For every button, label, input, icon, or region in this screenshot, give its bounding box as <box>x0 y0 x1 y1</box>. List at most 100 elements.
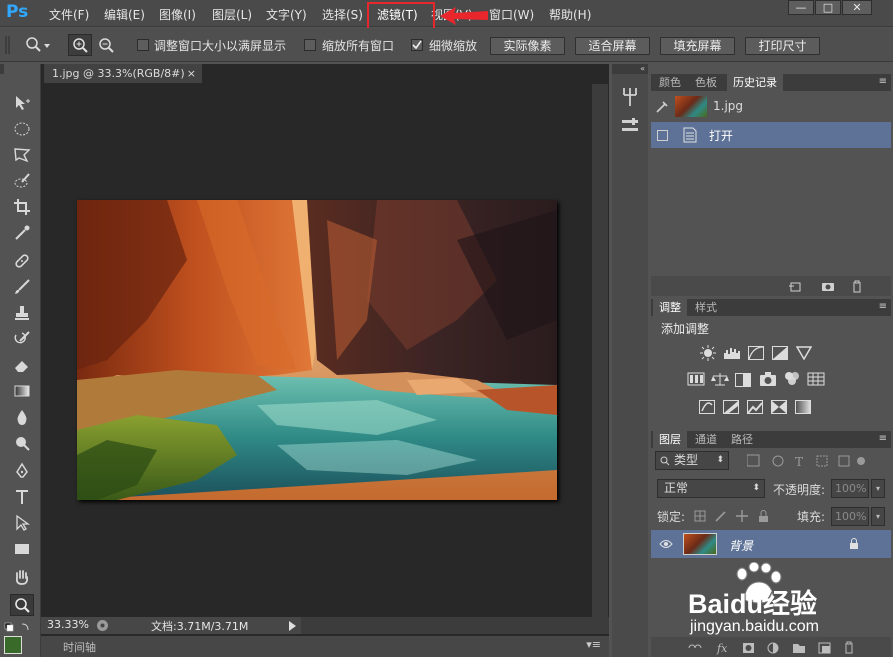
tab-swatches[interactable]: 色板 <box>689 74 723 91</box>
default-colors-icon[interactable] <box>4 622 34 632</box>
blur-tool-icon[interactable] <box>10 406 34 428</box>
fill-input[interactable]: 100% <box>831 507 869 526</box>
tab-adjustments[interactable]: 调整 <box>653 299 687 316</box>
close-window-button[interactable]: ✕ <box>842 0 872 15</box>
timeline-label[interactable]: 时间轴 <box>63 639 96 655</box>
levels-icon[interactable] <box>723 345 741 361</box>
dodge-tool-icon[interactable] <box>10 432 34 454</box>
menu-file[interactable]: 文件(F) <box>49 6 89 23</box>
maximize-button[interactable]: □ <box>815 0 841 15</box>
opacity-slider-button[interactable]: ▾ <box>871 479 885 498</box>
black-white-icon[interactable] <box>735 373 751 387</box>
vibrance-icon[interactable] <box>795 346 813 363</box>
history-panel-menu-icon[interactable]: ≡ <box>879 76 887 87</box>
brush-tool-icon[interactable] <box>10 276 34 298</box>
history-brush-tool-icon[interactable] <box>10 328 34 350</box>
tab-color[interactable]: 颜色 <box>653 74 687 91</box>
channel-mixer-icon[interactable] <box>783 371 801 390</box>
menu-image[interactable]: 图像(I) <box>159 6 196 23</box>
history-state-checkbox[interactable] <box>657 130 668 141</box>
layer-filter-type-icons[interactable]: T <box>747 454 867 468</box>
healing-brush-tool-icon[interactable] <box>10 250 34 272</box>
zoom-level[interactable]: 33.33% <box>47 618 89 631</box>
color-lookup-icon[interactable] <box>807 372 825 389</box>
tab-layers[interactable]: 图层 <box>653 431 687 448</box>
timeline-menu-icon[interactable]: ▾≡ <box>586 638 601 651</box>
hand-tool-icon[interactable] <box>10 566 34 588</box>
move-tool-icon[interactable] <box>10 92 34 114</box>
document-tab[interactable]: 1.jpg @ 33.3%(RGB/8#) × <box>44 64 202 83</box>
clone-stamp-tool-icon[interactable] <box>10 302 34 324</box>
history-state-row[interactable]: 打开 <box>651 122 891 148</box>
menu-type[interactable]: 文字(Y) <box>266 6 307 23</box>
zoom-all-windows-checkbox[interactable] <box>304 39 316 51</box>
zoom-tool-preset-icon[interactable] <box>24 35 52 55</box>
menu-edit[interactable]: 编辑(E) <box>104 6 145 23</box>
horizontal-scrollbar[interactable] <box>301 617 609 634</box>
layer-name[interactable]: 背景 <box>729 537 753 554</box>
exposure-icon[interactable] <box>772 346 788 360</box>
resize-windows-checkbox[interactable] <box>137 39 149 51</box>
lock-options-icons[interactable] <box>694 510 772 523</box>
actual-pixels-button[interactable]: 实际像素 <box>490 37 565 55</box>
print-size-button[interactable]: 打印尺寸 <box>745 37 820 55</box>
crop-tool-icon[interactable] <box>10 196 34 218</box>
photo-filter-icon[interactable] <box>759 371 777 390</box>
minimize-button[interactable]: — <box>788 0 814 15</box>
tab-close-icon[interactable]: × <box>187 64 196 83</box>
path-selection-tool-icon[interactable] <box>10 512 34 534</box>
snapshot-source-icon[interactable] <box>655 100 669 114</box>
menu-help[interactable]: 帮助(H) <box>549 6 591 23</box>
tab-paths[interactable]: 路径 <box>725 431 759 448</box>
curves-icon[interactable] <box>748 346 764 360</box>
rectangle-tool-icon[interactable] <box>10 538 34 560</box>
brush-presets-icon[interactable] <box>621 86 639 108</box>
clone-source-icon[interactable] <box>620 116 640 136</box>
color-balance-icon[interactable] <box>711 372 729 389</box>
type-tool-icon[interactable] <box>10 486 34 508</box>
posterize-icon[interactable] <box>723 400 739 414</box>
menu-window[interactable]: 窗口(W) <box>489 6 534 23</box>
canyon-photo-canvas[interactable] <box>77 200 557 500</box>
foreground-color-swatch[interactable] <box>4 636 22 654</box>
selective-color-icon[interactable] <box>771 400 787 414</box>
layers-panel-menu-icon[interactable]: ≡ <box>879 433 887 444</box>
layer-visibility-eye-icon[interactable] <box>659 539 673 549</box>
tab-styles[interactable]: 样式 <box>689 299 723 316</box>
menu-select[interactable]: 选择(S) <box>322 6 363 23</box>
scrubby-zoom-checkbox[interactable] <box>411 39 423 51</box>
quick-selection-tool-icon[interactable] <box>10 170 34 192</box>
eyedropper-tool-icon[interactable] <box>10 222 34 244</box>
opacity-input[interactable]: 100% <box>831 479 869 498</box>
pen-tool-icon[interactable] <box>10 460 34 482</box>
new-document-from-state-icon[interactable] <box>789 280 803 292</box>
status-menu-arrow-icon[interactable] <box>289 621 297 631</box>
gradient-tool-icon[interactable] <box>10 380 34 402</box>
brightness-contrast-icon[interactable] <box>699 345 717 361</box>
fill-slider-button[interactable]: ▾ <box>871 507 885 526</box>
invert-icon[interactable] <box>699 400 715 414</box>
layer-row-background[interactable]: 背景 <box>651 530 891 558</box>
fill-screen-button[interactable]: 填充屏幕 <box>660 37 735 55</box>
fit-screen-button[interactable]: 适合屏幕 <box>575 37 650 55</box>
blend-mode-select[interactable]: 正常 ⬍ <box>657 479 765 498</box>
new-snapshot-icon[interactable] <box>821 280 835 292</box>
share-icon[interactable] <box>96 619 109 632</box>
zoom-in-mode-button[interactable] <box>68 34 92 56</box>
gradient-map-icon[interactable] <box>795 400 811 414</box>
adjustments-panel-menu-icon[interactable]: ≡ <box>879 301 887 312</box>
lasso-tool-icon[interactable] <box>10 144 34 166</box>
menu-layer[interactable]: 图层(L) <box>212 6 252 23</box>
eraser-tool-icon[interactable] <box>10 354 34 376</box>
delete-state-icon[interactable] <box>851 280 863 293</box>
tab-history[interactable]: 历史记录 <box>727 74 783 91</box>
history-snapshot-row[interactable]: 1.jpg <box>651 93 891 121</box>
zoom-out-mode-icon[interactable] <box>95 35 117 55</box>
marquee-tool-icon[interactable] <box>10 118 34 140</box>
threshold-icon[interactable] <box>747 400 763 414</box>
vertical-scrollbar[interactable] <box>592 84 608 617</box>
tab-channels[interactable]: 通道 <box>689 431 723 448</box>
zoom-tool-icon[interactable] <box>10 594 34 616</box>
strip-collapse-icon[interactable]: « <box>612 64 648 74</box>
layer-filter-kind-select[interactable]: 类型 ⬍ <box>655 451 729 470</box>
